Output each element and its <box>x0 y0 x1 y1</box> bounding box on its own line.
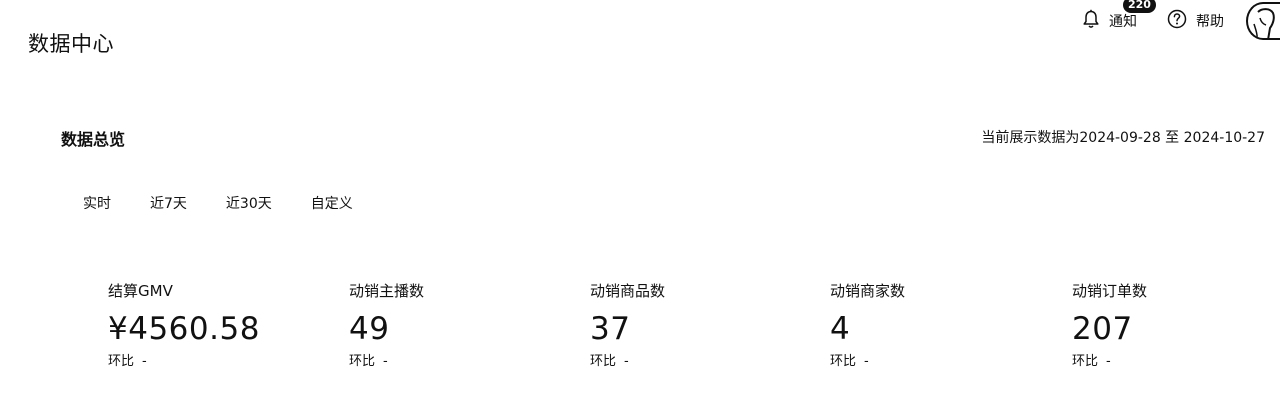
bell-icon <box>1082 9 1100 33</box>
metric-active-products: 动销商品数 37 环比 - <box>590 281 665 371</box>
compare-value: - <box>864 354 869 369</box>
notifications-label: 通知 <box>1109 14 1137 30</box>
metric-label: 动销商品数 <box>590 282 666 300</box>
metric-label: 动销主播数 <box>349 282 425 300</box>
metric-active-streamers: 动销主播数 49 环比 - <box>349 281 424 371</box>
date-range-text: 当前展示数据为2024-09-28 至 2024-10-27 <box>981 130 1265 146</box>
avatar[interactable] <box>1246 2 1280 40</box>
metric-label: 结算GMV <box>108 282 173 300</box>
metric-value: ¥4560.58 <box>108 311 260 347</box>
metric-value: 37 <box>590 311 631 347</box>
notification-count-badge: 220 <box>1123 0 1156 13</box>
page-title: 数据中心 <box>28 32 114 56</box>
metric-compare: 环比 - <box>830 353 905 371</box>
tab-last-30-days[interactable]: 近30天 <box>226 193 272 213</box>
time-range-tabs: 实时 近7天 近30天 自定义 <box>83 193 353 213</box>
metric-label: 动销商家数 <box>830 282 906 300</box>
metric-compare: 环比 - <box>349 353 424 371</box>
metric-value: 4 <box>830 311 851 347</box>
question-circle-icon <box>1167 9 1187 33</box>
compare-label: 环比 <box>830 354 857 369</box>
help-button[interactable]: 帮助 <box>1167 9 1224 33</box>
compare-value: - <box>1106 354 1111 369</box>
notifications-button[interactable]: 通知 220 <box>1082 0 1156 33</box>
tab-realtime[interactable]: 实时 <box>83 193 111 213</box>
help-label: 帮助 <box>1196 14 1224 30</box>
metric-label: 动销订单数 <box>1072 282 1148 300</box>
metric-settled-gmv: 结算GMV ¥4560.58 环比 - <box>108 281 260 371</box>
metric-value: 207 <box>1072 311 1133 347</box>
metric-compare: 环比 - <box>108 353 260 371</box>
compare-value: - <box>624 354 629 369</box>
compare-value: - <box>383 354 388 369</box>
metric-compare: 环比 - <box>590 353 665 371</box>
metric-active-merchants: 动销商家数 4 环比 - <box>830 281 905 371</box>
overview-title: 数据总览 <box>61 130 126 149</box>
metric-active-orders: 动销订单数 207 环比 - <box>1072 281 1147 371</box>
compare-label: 环比 <box>349 354 376 369</box>
compare-label: 环比 <box>590 354 617 369</box>
tab-last-7-days[interactable]: 近7天 <box>150 193 187 213</box>
header-actions: 通知 220 帮助 <box>1082 0 1280 42</box>
compare-label: 环比 <box>108 354 135 369</box>
compare-label: 环比 <box>1072 354 1099 369</box>
metric-value: 49 <box>349 311 390 347</box>
compare-value: - <box>142 354 147 369</box>
metric-compare: 环比 - <box>1072 353 1147 371</box>
metrics-row: 结算GMV ¥4560.58 环比 - 动销主播数 49 环比 - 动销商品数 37… <box>0 281 1280 381</box>
tab-custom[interactable]: 自定义 <box>311 193 353 213</box>
